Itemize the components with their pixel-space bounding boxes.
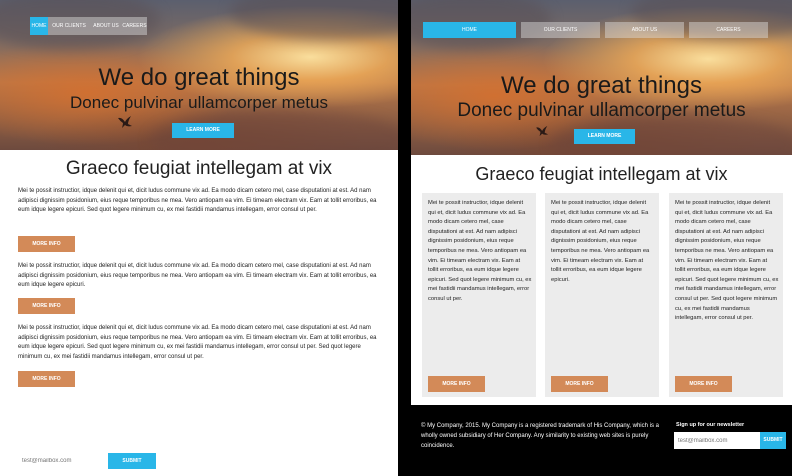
nav-our-clients[interactable]: OUR CLIENTS	[48, 17, 90, 35]
content-paragraph: Mei te possit instructior, idque delenit…	[18, 325, 377, 360]
content-column: Mei te possit instructior, idque delenit…	[669, 193, 783, 397]
mobile-layout-panel: HOME OUR CLIENTS ABOUT US CAREERS We do …	[0, 0, 398, 476]
more-info-button[interactable]: MORE INFO	[675, 376, 732, 392]
desktop-layout-panel: HOME OUR CLIENTS ABOUT US CAREERS We do …	[411, 0, 792, 405]
more-info-button[interactable]: MORE INFO	[18, 236, 75, 252]
newsletter-submit-button[interactable]: SUBMIT	[108, 453, 156, 469]
nav-about-us[interactable]: ABOUT US	[90, 17, 122, 35]
learn-more-button[interactable]: LEARN MORE	[574, 129, 635, 144]
footer-copyright: © My Company, 2015. My Company is a regi…	[421, 423, 659, 449]
section-title: Graeco feugiat intellegam at vix	[65, 158, 333, 179]
more-info-button[interactable]: MORE INFO	[18, 371, 75, 387]
newsletter-title: Sign up for our newsletter	[676, 422, 745, 428]
hero-banner: HOME OUR CLIENTS ABOUT US CAREERS We do …	[411, 0, 792, 155]
content-column: Mei te possit instructior, idque delenit…	[545, 193, 659, 397]
hero-subheadline: Donec pulvinar ullamcorper metus	[70, 93, 328, 112]
nav-about-us[interactable]: ABOUT US	[605, 22, 684, 38]
more-info-button[interactable]: MORE INFO	[551, 376, 608, 392]
hero-subheadline: Donec pulvinar ullamcorper metus	[457, 100, 746, 121]
column-text: Mei te possit instructior, idque delenit…	[551, 200, 650, 283]
column-text: Mei te possit instructior, idque delenit…	[675, 200, 779, 322]
nav-home[interactable]: HOME	[30, 17, 48, 35]
content-column: Mei te possit instructior, idque delenit…	[422, 193, 536, 397]
learn-more-button[interactable]: LEARN MORE	[172, 123, 234, 138]
bird-icon	[117, 115, 135, 134]
hero-headline: We do great things	[98, 64, 300, 91]
newsletter-email-input[interactable]	[18, 453, 105, 469]
main-nav: HOME OUR CLIENTS ABOUT US CAREERS	[423, 22, 768, 38]
more-info-button[interactable]: MORE INFO	[428, 376, 485, 392]
main-nav: HOME OUR CLIENTS ABOUT US CAREERS	[30, 17, 147, 35]
column-text: Mei te possit instructior, idque delenit…	[428, 200, 532, 302]
hero-headline: We do great things	[500, 72, 702, 99]
section-title: Graeco feugiat intellegam at vix	[475, 164, 728, 184]
content-paragraph: Mei te possit instructior, idque delenit…	[18, 188, 377, 214]
footer-copyright: © My Company, 2015. My Company is a regi…	[18, 413, 381, 429]
hero-banner: HOME OUR CLIENTS ABOUT US CAREERS We do …	[0, 0, 398, 150]
nav-home[interactable]: HOME	[423, 22, 516, 38]
more-info-button[interactable]: MORE INFO	[18, 298, 75, 314]
nav-careers[interactable]: CAREERS	[689, 22, 768, 38]
content-paragraph: Mei te possit instructior, idque delenit…	[18, 263, 377, 289]
newsletter-submit-button[interactable]: SUBMIT	[760, 432, 786, 449]
bird-icon	[535, 124, 551, 142]
newsletter-title: Sign up for our newsletter	[22, 442, 91, 448]
newsletter-email-input[interactable]	[674, 432, 760, 449]
nav-careers[interactable]: CAREERS	[122, 17, 147, 35]
nav-our-clients[interactable]: OUR CLIENTS	[521, 22, 600, 38]
